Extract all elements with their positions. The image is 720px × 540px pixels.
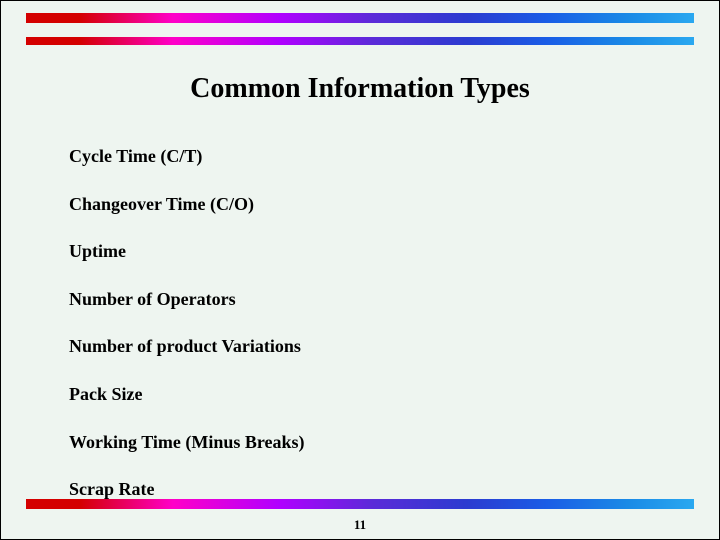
- item-list: Cycle Time (C/T) Changeover Time (C/O) U…: [69, 146, 679, 527]
- slide: Common Information Types Cycle Time (C/T…: [0, 0, 720, 540]
- list-item: Uptime: [69, 241, 679, 263]
- list-item: Number of product Variations: [69, 336, 679, 358]
- accent-bar-top-inner: [26, 37, 694, 45]
- list-item: Cycle Time (C/T): [69, 146, 679, 168]
- page-number: 11: [1, 517, 719, 533]
- page-title: Common Information Types: [1, 73, 719, 105]
- list-item: Changeover Time (C/O): [69, 194, 679, 216]
- list-item: Pack Size: [69, 384, 679, 406]
- accent-bar-bottom: [26, 499, 694, 509]
- list-item: Working Time (Minus Breaks): [69, 432, 679, 454]
- list-item: Scrap Rate: [69, 479, 679, 501]
- list-item: Number of Operators: [69, 289, 679, 311]
- accent-bar-top-outer: [26, 13, 694, 23]
